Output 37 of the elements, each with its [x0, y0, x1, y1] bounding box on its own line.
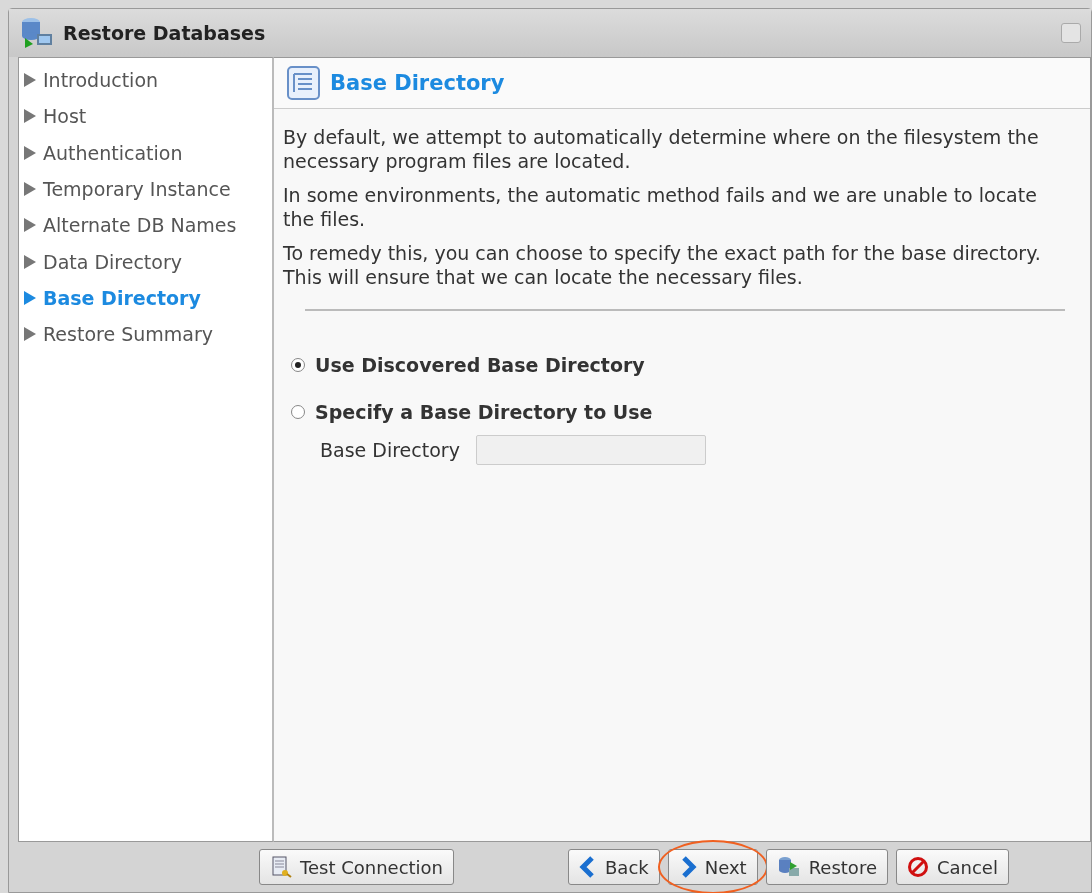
document-list-icon: [286, 65, 322, 101]
wizard-step[interactable]: Base Directory: [19, 279, 272, 317]
radio-label[interactable]: Use Discovered Base Directory: [315, 353, 645, 376]
wizard-step[interactable]: Data Directory: [19, 243, 272, 280]
triangle-right-icon: [23, 72, 37, 89]
test-button[interactable]: Test Connection: [259, 849, 454, 885]
wizard-step[interactable]: Introduction: [19, 62, 272, 99]
database-network-icon: [19, 16, 55, 50]
field-label: Base Directory: [320, 439, 460, 461]
triangle-right-icon: [23, 289, 37, 306]
prohibited-icon: [906, 856, 929, 878]
wizard-step[interactable]: Alternate DB Names: [19, 207, 272, 244]
radio-button[interactable]: [291, 404, 305, 419]
description-text: To remedy this, you can choose to specify the exact path for the base directory. This will ensure that we can locate the necessary files.: [283, 241, 1042, 289]
wizard-step[interactable]: Temporary Instance: [19, 170, 272, 208]
triangle-right-icon: [23, 108, 37, 125]
cancel-button[interactable]: Cancel: [895, 849, 1009, 885]
triangle-right-icon: [23, 326, 37, 343]
wizard-step[interactable]: Authentication: [19, 134, 272, 171]
back-button[interactable]: Back: [568, 849, 660, 885]
page-title: Base Directory: [330, 71, 505, 95]
triangle-right-icon: [23, 217, 37, 234]
wizard-step[interactable]: Host: [19, 98, 272, 135]
description-text: By default, we attempt to automatically determine where on the filesystem the necessary program files are located.: [283, 125, 1040, 173]
description-text: In some environments, the automatic method fails and we are unable to locate the files.: [283, 183, 1038, 231]
database-arrow-icon: [776, 856, 801, 878]
triangle-right-icon: [23, 253, 37, 270]
triangle-right-icon: [23, 144, 37, 161]
wizard-step[interactable]: Restore Summary: [19, 316, 272, 353]
triangle-right-icon: [23, 181, 37, 198]
minimize-button[interactable]: [1061, 23, 1081, 43]
window-title: Restore Databases: [63, 22, 266, 44]
next-button[interactable]: Next: [667, 849, 758, 885]
radio-label[interactable]: Specify a Base Directory to Use: [315, 400, 653, 423]
chevron-left-icon: [579, 856, 597, 878]
radio-button[interactable]: [291, 357, 305, 372]
restore-button[interactable]: Restore: [765, 849, 888, 885]
